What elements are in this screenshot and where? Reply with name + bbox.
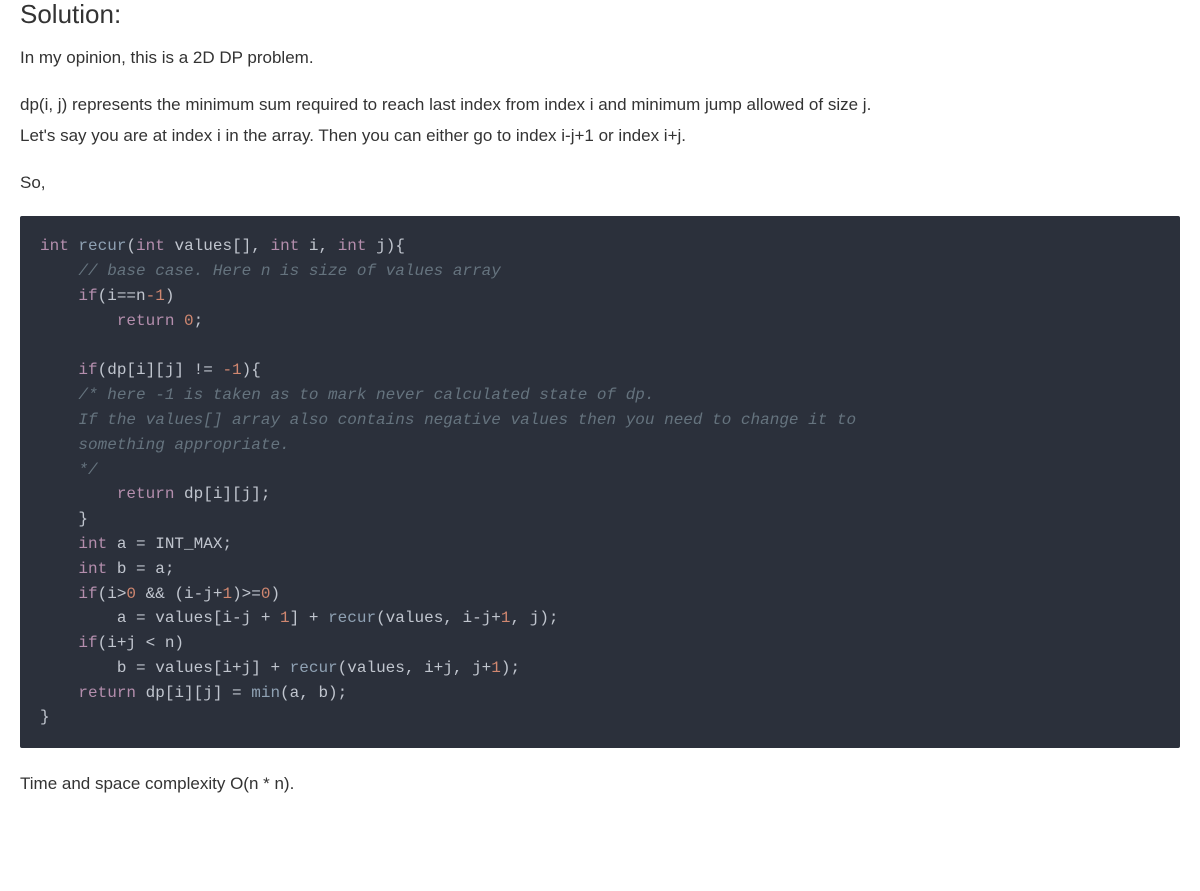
code-block: int recur(int values[], int i, int j){ /… [20, 216, 1180, 748]
paragraph-intro: In my opinion, this is a 2D DP problem. [20, 44, 1180, 71]
paragraph-dp-line1: dp(i, j) represents the minimum sum requ… [20, 91, 1180, 118]
code-content: int recur(int values[], int i, int j){ /… [40, 234, 1160, 730]
complexity-note: Time and space complexity O(n * n). [20, 770, 1180, 797]
paragraph-dp-line2: Let's say you are at index i in the arra… [20, 122, 1180, 149]
paragraph-so: So, [20, 169, 1180, 196]
paragraph-dp-explain: dp(i, j) represents the minimum sum requ… [20, 91, 1180, 149]
solution-heading: Solution: [20, 0, 1180, 36]
